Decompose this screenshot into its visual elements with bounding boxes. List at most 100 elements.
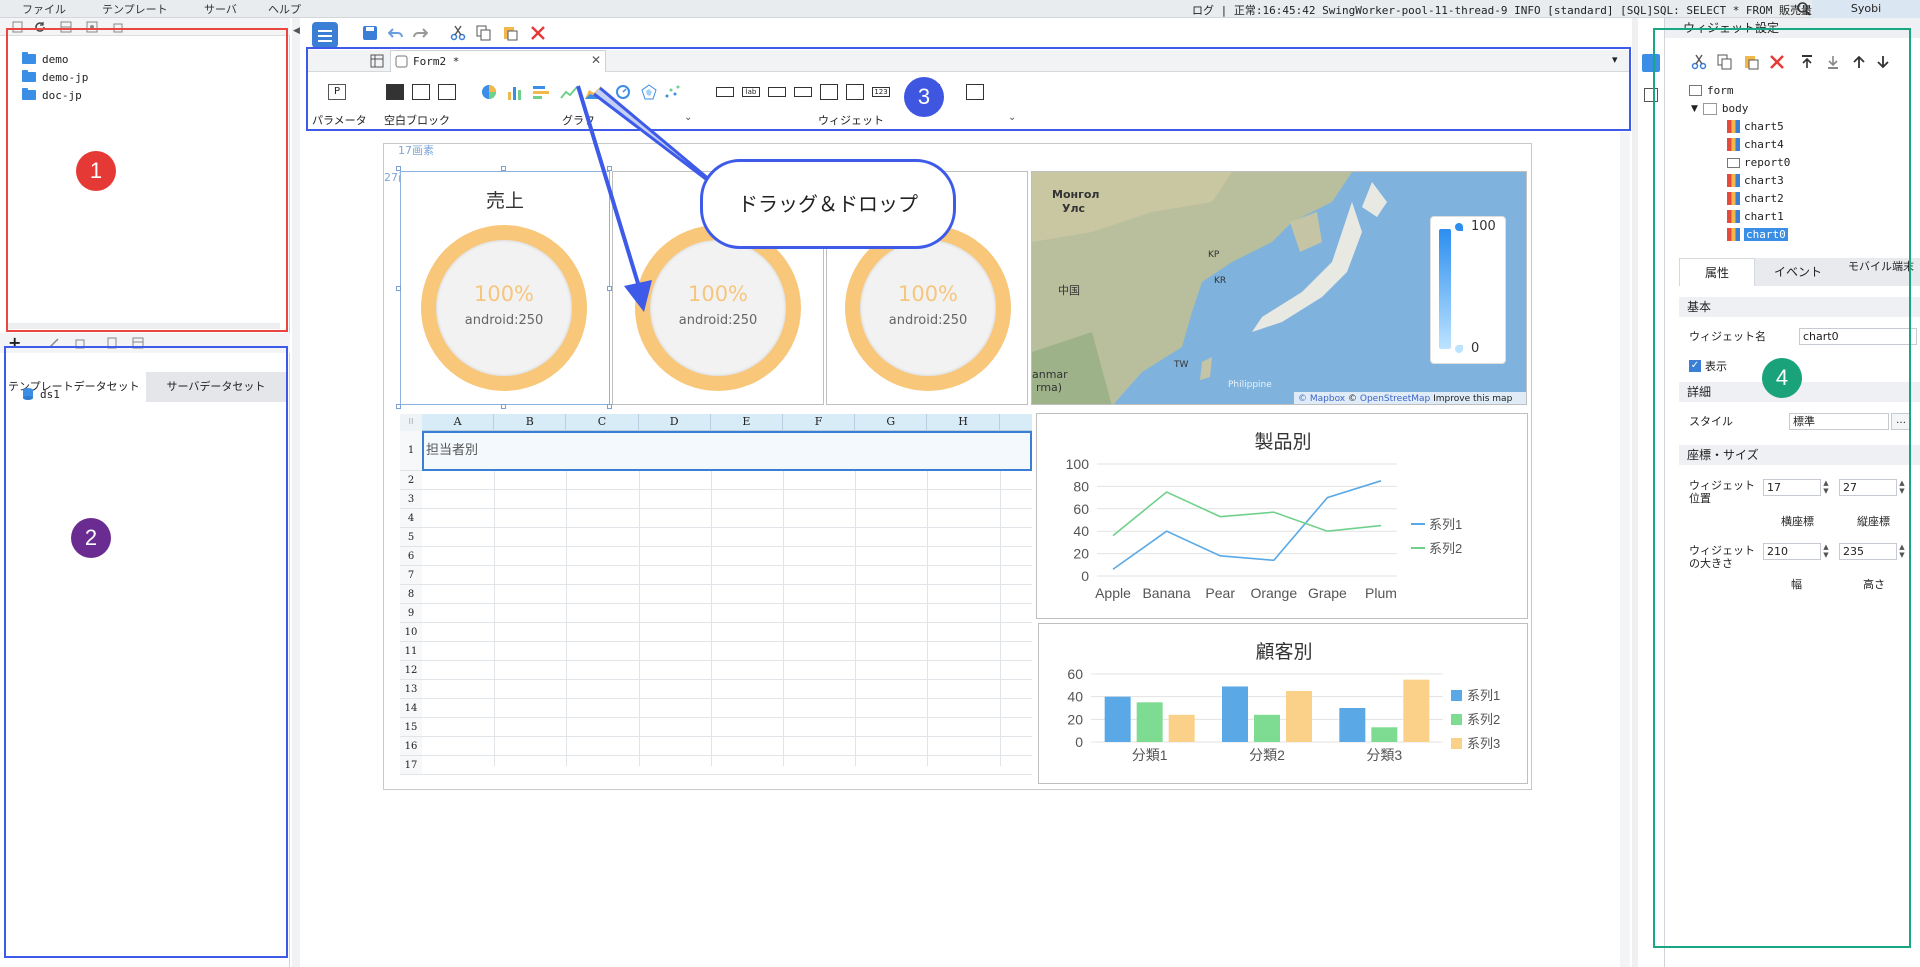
column-header[interactable]: G — [855, 414, 928, 431]
row-header[interactable]: 15 — [400, 718, 422, 737]
left-splitter[interactable]: ◀ — [292, 18, 300, 967]
map-label: Улс — [1062, 202, 1086, 215]
row-header[interactable]: 7 — [400, 566, 422, 585]
row-header[interactable]: 17 — [400, 756, 422, 775]
map-label: KR — [1214, 276, 1227, 286]
column-header[interactable]: B — [494, 414, 567, 431]
row-header[interactable]: 3 — [400, 490, 422, 509]
gauge-percent-3: 100% — [897, 282, 959, 306]
redo-icon[interactable] — [412, 25, 428, 41]
y-tick-label: 100 — [1066, 456, 1090, 472]
column-gridline — [638, 431, 640, 766]
column-header[interactable]: E — [711, 414, 783, 431]
legend-label: 系列2 — [1467, 712, 1500, 727]
row-header[interactable]: 1 — [400, 431, 422, 471]
status-log: ログ | 正常:16:45:42 SwingWorker-pool-11-thr… — [1192, 4, 1839, 17]
line-chart-card[interactable]: 製品別 0 20 40 60 80 100 Apple Banana Pear Orange Grap… — [1036, 413, 1528, 619]
resize-handle[interactable] — [396, 404, 401, 409]
bar-chart-card[interactable]: 顧客別 0 20 40 60 分類1 分類2 分類3 系列1 系列2 系列3 — [1038, 623, 1528, 784]
callout-badge-3: 3 — [904, 77, 944, 117]
x-tick-label: Banana — [1142, 585, 1190, 601]
row-gridline — [422, 736, 1032, 737]
canvas-scrollbar[interactable] — [1620, 132, 1630, 967]
column-header[interactable]: H — [927, 414, 1000, 431]
row-gridline — [422, 717, 1032, 718]
cell-a1-merged[interactable]: 担当者別 — [422, 431, 1032, 471]
callout-badge-2: 2 — [71, 518, 111, 558]
row-gridline — [422, 755, 1032, 756]
row-gridline — [422, 679, 1032, 680]
report-sheet[interactable]: ⁝⁝ A B C D E F G H 1 2 3 4 5 6 7 8 9 10 11 12 13 14 15 16 17 担当者別 — [400, 414, 1032, 775]
row-header[interactable]: 9 — [400, 604, 422, 623]
x-tick-label: Plum — [1365, 585, 1397, 601]
ruler-x-label: 17画素 — [398, 144, 434, 157]
resize-handle[interactable] — [501, 166, 506, 171]
legend-swatch — [1451, 690, 1462, 701]
resize-handle[interactable] — [607, 404, 612, 409]
delete-x-icon[interactable] — [530, 25, 546, 41]
column-gridline — [999, 431, 1001, 766]
row-gridline — [422, 527, 1032, 528]
map-label: Philippine — [1228, 380, 1272, 390]
row-gridline — [422, 603, 1032, 604]
map-attribution: © Mapbox © OpenStreetMap Improve this ma… — [1294, 392, 1526, 404]
line-series-2 — [1112, 491, 1382, 537]
menu-server[interactable]: サーバ — [204, 1, 237, 17]
save-icon[interactable] — [362, 25, 378, 41]
map-legend[interactable]: 100 0 — [1430, 216, 1506, 364]
select-all-corner[interactable]: ⁝⁝ — [400, 414, 422, 431]
undo-icon[interactable] — [388, 25, 404, 41]
row-header[interactable]: 13 — [400, 680, 422, 699]
bar — [1168, 714, 1195, 742]
map-label: rma) — [1036, 381, 1063, 394]
collapse-left-icon[interactable]: ◀ — [293, 26, 300, 36]
highlight-box-4 — [1653, 28, 1911, 948]
column-gridline — [783, 431, 784, 766]
map-widget[interactable]: Монгол Улс 中国 KP KR TW anmar rma) Philip… — [1031, 171, 1527, 405]
main-toolbar — [300, 18, 1630, 48]
row-header[interactable]: 8 — [400, 585, 422, 604]
x-tick-label: Pear — [1205, 585, 1235, 601]
bar — [1254, 714, 1280, 742]
column-header[interactable]: C — [566, 414, 639, 431]
line-series-1 — [1112, 480, 1382, 570]
map-label: KP — [1208, 250, 1220, 260]
copy-icon[interactable] — [476, 25, 492, 41]
legend-min-handle[interactable] — [1455, 345, 1463, 353]
menu-template[interactable]: テンプレート — [102, 1, 168, 17]
row-header[interactable]: 12 — [400, 661, 422, 680]
x-tick-label: Orange — [1250, 585, 1297, 601]
resize-handle[interactable] — [501, 404, 506, 409]
y-tick-label: 20 — [1067, 711, 1083, 727]
menu-file[interactable]: ファイル — [22, 1, 66, 17]
column-gridline — [494, 431, 496, 766]
x-tick-label: 分類1 — [1132, 747, 1168, 763]
legend-max-handle[interactable] — [1455, 223, 1463, 231]
legend-min: 0 — [1471, 341, 1480, 356]
right-splitter[interactable] — [1632, 18, 1638, 967]
resize-handle[interactable] — [396, 166, 401, 171]
column-header[interactable]: A — [422, 414, 495, 431]
row-header[interactable]: 4 — [400, 509, 422, 528]
row-header[interactable]: 2 — [400, 471, 422, 490]
row-header[interactable]: 14 — [400, 699, 422, 718]
map-label: Монгол — [1052, 188, 1100, 201]
y-tick-label: 20 — [1073, 546, 1089, 562]
row-header[interactable]: 11 — [400, 642, 422, 661]
column-header[interactable]: F — [783, 414, 856, 431]
search-icon[interactable] — [1796, 1, 1812, 17]
paste-icon[interactable] — [502, 25, 518, 41]
row-header[interactable]: 16 — [400, 737, 422, 756]
menu-help[interactable]: ヘルプ — [268, 1, 301, 17]
app-menu-icon[interactable] — [312, 22, 338, 48]
column-header[interactable]: D — [639, 414, 711, 431]
row-header[interactable]: 6 — [400, 547, 422, 566]
bar — [1371, 727, 1398, 742]
column-gridline — [927, 431, 929, 766]
row-header[interactable]: 10 — [400, 623, 422, 642]
resize-handle[interactable] — [396, 286, 401, 291]
y-tick-label: 0 — [1081, 568, 1089, 584]
cut-icon[interactable] — [450, 25, 466, 41]
row-header[interactable]: 5 — [400, 528, 422, 547]
user-name[interactable]: Syobi — [1812, 0, 1920, 18]
